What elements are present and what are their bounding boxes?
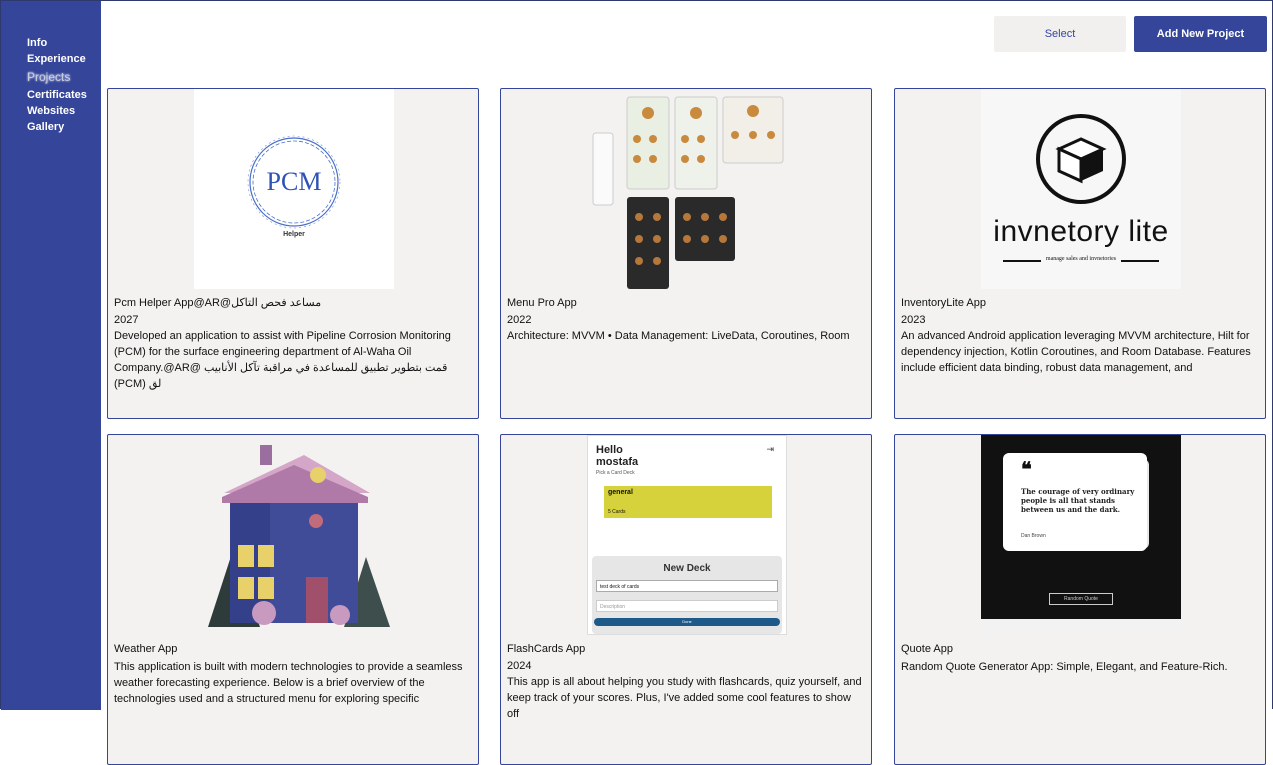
menu-screens-image xyxy=(592,96,784,289)
project-card-weather[interactable]: Weather App This application is built wi… xyxy=(107,434,479,765)
sidebar-item-experience[interactable]: Experience xyxy=(27,52,86,66)
project-description: Random Quote Generator App: Simple, Eleg… xyxy=(901,661,1228,673)
quote-card: ❝ The courage of very ordinary people is… xyxy=(1003,453,1147,551)
project-title: Weather App xyxy=(114,643,178,655)
project-description: This app is all about helping you study … xyxy=(507,676,862,720)
sidebar-item-info[interactable]: Info xyxy=(27,36,47,50)
add-new-project-button[interactable]: Add New Project xyxy=(1134,16,1267,52)
project-thumbnail: invnetory lite manage sales and invnetor… xyxy=(981,89,1181,289)
project-year: 2027 xyxy=(114,314,139,326)
pcm-logo-text: PCM xyxy=(266,167,322,196)
project-description: An advanced Android application leveragi… xyxy=(901,330,1251,374)
random-quote-button: Random Quote xyxy=(1049,593,1113,605)
project-title: Pcm Helper App@AR@مساعد فحص التاكل xyxy=(114,297,322,309)
project-title: Quote App xyxy=(901,643,953,655)
project-year: 2023 xyxy=(901,314,926,326)
project-description: This application is built with modern te… xyxy=(114,661,463,705)
flashcards-deck-card: general 5 Cards xyxy=(604,486,772,518)
project-title: Menu Pro App xyxy=(507,297,577,309)
project-year: 2024 xyxy=(507,660,532,672)
project-card-flashcards[interactable]: Hello mostafa ⇥ Pick a Card Deck general… xyxy=(500,434,872,765)
project-thumbnail xyxy=(587,89,787,289)
project-thumbnail: PCM Helper xyxy=(194,89,394,289)
flashcards-subtitle: Pick a Card Deck xyxy=(596,470,635,476)
project-description: Developed an application to assist with … xyxy=(114,330,451,390)
project-card-menu-pro[interactable]: Menu Pro App 2022 Architecture: MVVM • D… xyxy=(500,88,872,419)
logout-icon: ⇥ xyxy=(766,444,774,454)
flashcards-greeting: Hello xyxy=(596,444,623,456)
project-card-pcm-helper[interactable]: PCM Helper Pcm Helper App@AR@مساعد فحص ا… xyxy=(107,88,479,419)
project-card-inventorylite[interactable]: invnetory lite manage sales and invnetor… xyxy=(894,88,1266,419)
sidebar-item-gallery[interactable]: Gallery xyxy=(27,120,64,134)
project-thumbnail xyxy=(194,437,394,627)
flashcards-username: mostafa xyxy=(596,456,639,468)
project-title: InventoryLite App xyxy=(901,297,987,309)
sidebar-item-websites[interactable]: Websites xyxy=(27,104,75,118)
sidebar-item-projects[interactable]: Projects xyxy=(27,70,70,84)
quote-mark-icon: ❝ xyxy=(1021,459,1032,481)
inventory-logo-subtext: manage sales and invnetories xyxy=(1045,256,1117,262)
project-year: 2022 xyxy=(507,314,532,326)
project-thumbnail: Hello mostafa ⇥ Pick a Card Deck general… xyxy=(587,435,787,635)
inventory-logo-text: invnetory lite xyxy=(993,215,1169,248)
project-thumbnail: ❝ The courage of very ordinary people is… xyxy=(981,435,1181,635)
sidebar-item-certificates[interactable]: Certificates xyxy=(27,88,87,102)
pcm-logo-subtext: Helper xyxy=(283,231,305,238)
project-description: Architecture: MVVM • Data Management: Li… xyxy=(507,330,850,342)
bottom-nav xyxy=(981,619,1181,635)
select-button[interactable]: Select xyxy=(994,16,1126,52)
project-card-quote[interactable]: ❝ The courage of very ordinary people is… xyxy=(894,434,1266,765)
sidebar: Info Experience Projects Certificates We… xyxy=(1,1,101,710)
project-title: FlashCards App xyxy=(507,643,586,655)
house-illustration xyxy=(208,445,390,627)
new-deck-modal: New Deck test deck of cards Description … xyxy=(592,556,782,634)
